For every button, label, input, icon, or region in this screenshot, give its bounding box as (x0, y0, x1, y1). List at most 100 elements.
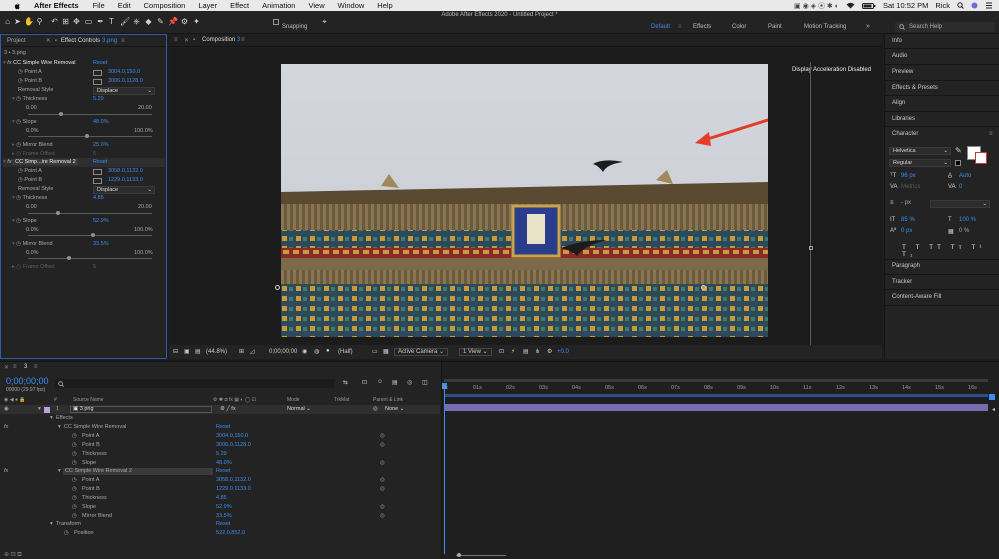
resolution-dropdown[interactable]: (Half) (338, 349, 353, 355)
expand-arrow-icon[interactable]: ▾ (12, 241, 15, 247)
expression-pickwhip-icon[interactable]: ◎ (380, 503, 385, 512)
vertical-scale-value[interactable]: 85 % (901, 217, 915, 223)
fx2-mirror-slider-knob[interactable] (67, 256, 71, 260)
draft-3d-icon[interactable]: ⊡ (362, 379, 367, 386)
layer-duration-bar[interactable] (444, 404, 988, 411)
motion-blur-icon[interactable]: ◎ (407, 379, 412, 386)
fx2-header[interactable]: ▾ fx CC Simp...ire Removal 2 (3, 158, 165, 167)
expand-arrow-icon[interactable]: ▾ (38, 405, 41, 414)
type-tool-icon[interactable]: T (107, 17, 116, 26)
timeline-fx1-prop-value[interactable]: 3006.0,1128.0 (216, 441, 251, 450)
timeline-search-input[interactable] (55, 379, 335, 388)
parent-pickwhip-icon[interactable]: ◎ (373, 405, 378, 414)
transform-reset[interactable]: Reset (216, 520, 230, 529)
wire-point-handle[interactable] (275, 285, 280, 290)
menu-layer[interactable]: Layer (198, 1, 217, 10)
menu-help[interactable]: Help (377, 1, 392, 10)
spotlight-icon[interactable] (957, 2, 964, 9)
stopwatch-icon[interactable]: ◷ (16, 195, 21, 201)
app-menu[interactable]: After Effects (34, 1, 79, 10)
stopwatch-icon[interactable]: ◷ (72, 450, 77, 459)
fx2-mirror-slider-track[interactable] (28, 258, 152, 259)
workspace-default[interactable]: Default (651, 24, 670, 30)
menu-file[interactable]: File (93, 1, 105, 10)
fx1-point-b-value[interactable]: 3006.0,1128.0 (108, 77, 143, 86)
fx1-removal-style-dropdown[interactable]: Displace ⌄ (93, 87, 155, 95)
timeline-layer-row[interactable]: ◉ ▾ 1 ▣ 3.png ⚙ ╱ fx Normal ⌄ ◎ None ⌄ (0, 405, 440, 414)
stopwatch-icon[interactable]: ◷ (16, 96, 21, 102)
timeline-fx1-reset[interactable]: Reset (216, 423, 230, 432)
camera-view-dropdown[interactable]: Active Camera ⌄ (394, 348, 449, 356)
stopwatch-icon[interactable]: ◷ (72, 476, 77, 485)
timeline-fx2-prop-value[interactable]: 4.85 (216, 494, 227, 503)
expand-arrow-icon[interactable]: ▸ (12, 151, 15, 157)
timeline-fx2-prop-value[interactable]: 52.9% (216, 503, 232, 512)
menubar-clock[interactable]: Sat 10:52 PM (883, 1, 928, 10)
fx2-point-b-value[interactable]: 1229.0,1133.0 (108, 176, 143, 185)
timeline-fx2-reset[interactable]: Reset (216, 467, 230, 476)
timeline-graph[interactable]: ◂ 0s 01s 02s 03s 04s 05s 06s 07s 08s 09s… (441, 362, 999, 559)
stopwatch-icon[interactable]: ◷ (16, 264, 21, 270)
battery-icon[interactable] (861, 2, 876, 9)
region-of-interest-icon[interactable]: ▭ (372, 348, 378, 355)
text-style-buttons[interactable]: T T TT Tт T¹ T₁ (902, 244, 999, 258)
stopwatch-icon[interactable]: ◷ (16, 142, 21, 148)
menu-window[interactable]: Window (338, 1, 365, 10)
fx2-thickness-slider-knob[interactable] (56, 211, 60, 215)
tracking-value[interactable]: 0 (959, 184, 962, 190)
expand-arrow-icon[interactable]: ▸ (12, 142, 15, 148)
fx1-slope-slider-track[interactable] (28, 136, 152, 137)
timeline-transform-group[interactable]: ▾ Transform Reset (0, 520, 440, 529)
expand-arrow-icon[interactable]: ▾ (50, 414, 53, 423)
expand-arrow-icon[interactable]: ▾ (50, 520, 53, 529)
timeline-tab[interactable]: 3 (24, 364, 27, 370)
stopwatch-icon[interactable]: ◷ (72, 503, 77, 512)
exposure-reset-icon[interactable]: ⚙ (547, 348, 552, 355)
fx2-thickness-value[interactable]: 4.85 (93, 194, 104, 203)
fx2-thickness-slider-track[interactable] (28, 213, 152, 214)
expression-pickwhip-icon[interactable]: ◎ (380, 432, 385, 441)
stroke-type-dropdown[interactable]: ⌄ (930, 200, 990, 208)
time-navigator[interactable] (444, 379, 988, 382)
lock-icon[interactable]: ▪ (55, 38, 57, 44)
fx2-reset-button[interactable]: Reset (93, 158, 107, 167)
fx2-slope-slider-knob[interactable] (91, 233, 95, 237)
graph-editor-icon[interactable]: ◫ (422, 379, 428, 386)
hand-tool-icon[interactable]: ✋ (24, 17, 34, 26)
timeline-fx2-row[interactable]: fx ▾ CC Simple Wire Removal 2 Reset (0, 467, 440, 476)
panel-content-aware-fill[interactable]: Content-Aware Fill (892, 294, 941, 300)
roto-brush-tool-icon[interactable]: ✎ (156, 17, 165, 26)
expand-arrow-icon[interactable]: ▾ (12, 119, 15, 125)
eye-icon[interactable]: ◉ (4, 405, 9, 414)
tab-effect-controls[interactable]: Effect Controls (61, 38, 100, 44)
panel-align[interactable]: Align (892, 100, 905, 106)
menubar-app-icons[interactable]: ▣ ◉ ◈ ⦿ ✱ ◐ (794, 1, 839, 11)
expand-arrow-icon[interactable]: ▾ (12, 96, 15, 102)
font-size-value[interactable]: 96 px (901, 173, 916, 179)
crosshair-icon[interactable] (93, 178, 102, 184)
shy-layers-icon[interactable]: ☺ (377, 379, 383, 385)
expand-arrow-icon[interactable]: ▾ (12, 195, 15, 201)
label-color-swatch[interactable] (44, 407, 50, 413)
stopwatch-icon[interactable]: ◷ (16, 119, 21, 125)
transparency-grid-icon[interactable]: ▦ (383, 348, 389, 355)
timeline-effects-group[interactable]: ▾ Effects (0, 414, 440, 423)
stopwatch-icon[interactable]: ◷ (18, 177, 23, 183)
workspace-color[interactable]: Color (732, 24, 746, 30)
mask-visibility-icon[interactable]: ▣ (184, 348, 190, 355)
fx2-removal-style-dropdown[interactable]: Displace ⌄ (93, 186, 155, 194)
workspace-effects[interactable]: Effects (693, 24, 711, 30)
wifi-icon[interactable] (846, 2, 855, 9)
panel-menu-icon[interactable]: ≡ (121, 38, 125, 44)
snapping-options-icon[interactable]: ⌖ (320, 17, 329, 26)
workspace-overflow-icon[interactable]: » (866, 23, 870, 30)
puppet-pin-tool-icon[interactable]: 📌 (168, 17, 178, 26)
close-tab-icon[interactable]: ✕ (184, 37, 189, 44)
expand-arrow-icon[interactable]: ▾ (58, 467, 61, 476)
pen-tool-icon[interactable]: ✒ (96, 17, 105, 26)
layer-name[interactable]: ▣ 3.png (70, 406, 212, 413)
expand-arrow-icon[interactable]: ▾ (12, 218, 15, 224)
work-area-bar[interactable] (444, 394, 988, 397)
timeline-icon[interactable]: ▤ (523, 348, 529, 355)
stopwatch-icon[interactable]: ◷ (16, 218, 21, 224)
